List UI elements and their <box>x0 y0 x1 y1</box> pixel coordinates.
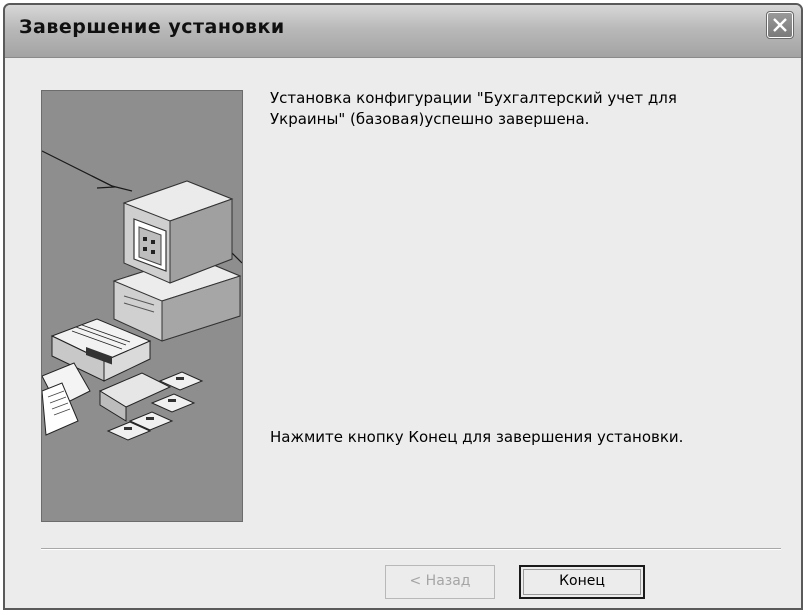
wizard-illustration-panel <box>41 90 243 522</box>
wizard-body: Установка конфигурации "Бухгалтерский уч… <box>5 58 801 608</box>
finish-instruction: Нажмите кнопку Конец для завершения уста… <box>270 428 684 446</box>
window-title: Завершение установки <box>19 16 285 38</box>
finish-button[interactable]: Конец <box>519 565 645 599</box>
computer-setup-illustration <box>42 150 242 441</box>
title-bar[interactable]: Завершение установки <box>5 5 801 58</box>
setup-wizard-window: Завершение установки Установка конфигура… <box>3 3 803 610</box>
close-button[interactable] <box>766 11 794 39</box>
back-button[interactable]: < Назад <box>385 565 495 599</box>
completion-message: Установка конфигурации "Бухгалтерский уч… <box>270 89 677 128</box>
button-separator <box>41 548 781 550</box>
close-icon <box>768 13 792 37</box>
